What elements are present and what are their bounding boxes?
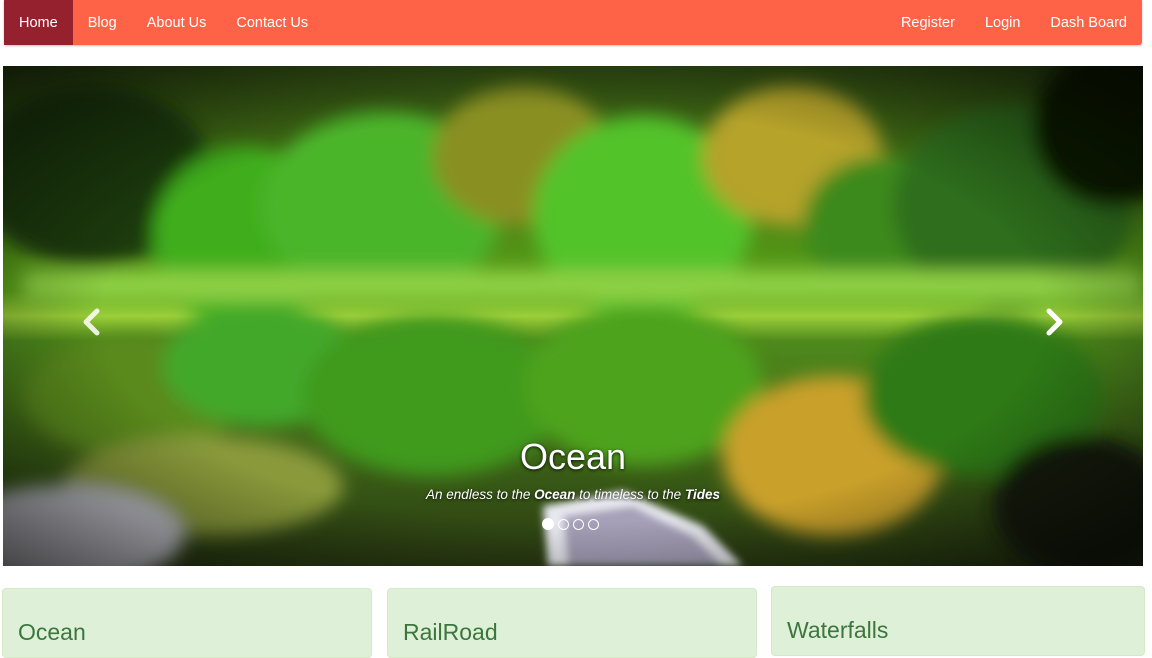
carousel-prev-control[interactable] <box>73 302 113 342</box>
panel-waterfalls: Waterfalls <box>771 586 1145 656</box>
carousel-indicator[interactable] <box>558 518 569 530</box>
carousel-indicators <box>542 518 599 530</box>
chevron-left-icon <box>83 308 100 336</box>
carousel-caption-text: An endless to the Ocean to timeless to t… <box>426 487 720 502</box>
nav-register-link[interactable]: Register <box>886 0 970 45</box>
carousel-indicator[interactable] <box>588 518 599 530</box>
nav-contact-us-link[interactable]: Contact Us <box>221 0 323 45</box>
panel-title: RailRoad <box>403 619 498 645</box>
nav-login-link[interactable]: Login <box>970 0 1035 45</box>
carousel-caption-title: Ocean <box>519 436 627 477</box>
carousel-next-control[interactable] <box>1033 302 1073 342</box>
panel-ocean: Ocean <box>2 588 372 658</box>
top-navbar: Home Blog About Us Contact Us Register L… <box>4 0 1142 45</box>
nav-dashboard-link[interactable]: Dash Board <box>1035 0 1142 45</box>
panel-title: Waterfalls <box>787 617 889 643</box>
carousel-indicator[interactable] <box>542 518 554 530</box>
nav-home-link[interactable]: Home <box>4 0 73 45</box>
nav-left-group: Home Blog About Us Contact Us <box>4 0 323 45</box>
image-carousel: Ocean An endless to the Ocean to timeles… <box>3 66 1143 566</box>
nav-right-group: Register Login Dash Board <box>886 0 1142 45</box>
panel-railroad: RailRoad <box>387 588 757 658</box>
chevron-right-icon <box>1046 308 1063 336</box>
carousel-indicator[interactable] <box>573 518 584 530</box>
panel-title: Ocean <box>18 619 86 645</box>
nav-about-us-link[interactable]: About Us <box>132 0 222 45</box>
nav-blog-link[interactable]: Blog <box>73 0 132 45</box>
